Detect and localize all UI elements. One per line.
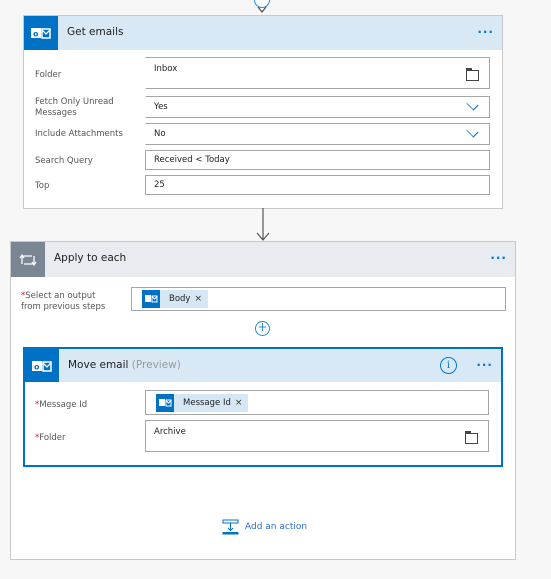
- folder-picker-icon[interactable]: [465, 431, 478, 444]
- fetch-unread-dropdown[interactable]: Yes: [145, 96, 490, 118]
- insert-step-button[interactable]: +: [255, 321, 270, 336]
- get-emails-header[interactable]: o Get emails ···: [24, 16, 502, 50]
- more-options-button[interactable]: ···: [476, 358, 493, 372]
- move-email-card: o Move email (Preview) i ··· *Message Id…: [23, 347, 503, 467]
- folder-picker-icon[interactable]: [466, 68, 479, 81]
- get-emails-card: o Get emails ··· Folder Inbox Fetch Only…: [23, 15, 503, 209]
- message-id-input[interactable]: Message Id ×: [145, 390, 489, 415]
- select-output-label: *Select an output from previous steps: [21, 291, 106, 312]
- move-email-title: Move email: [68, 359, 129, 371]
- arrow-down-icon: [257, 6, 267, 14]
- message-id-label: *Message Id: [35, 400, 88, 410]
- more-options-button[interactable]: ···: [490, 251, 507, 265]
- add-action-label: Add an action: [245, 522, 308, 532]
- loop-icon: [11, 242, 45, 277]
- top-label: Top: [35, 181, 50, 191]
- info-icon[interactable]: i: [440, 357, 457, 374]
- arrow-down-icon: [256, 208, 270, 241]
- search-query-label: Search Query: [35, 156, 93, 166]
- outlook-icon: [156, 394, 174, 412]
- chevron-down-icon: [466, 125, 479, 138]
- message-id-token[interactable]: Message Id ×: [156, 394, 249, 412]
- apply-to-each-title: Apply to each: [54, 252, 127, 264]
- include-attachments-label: Include Attachments: [35, 129, 123, 139]
- add-action-button[interactable]: Add an action: [222, 519, 307, 535]
- search-query-input[interactable]: Received < Today: [145, 150, 490, 170]
- remove-token-button[interactable]: ×: [235, 398, 249, 408]
- body-token[interactable]: Body ×: [142, 290, 209, 308]
- preview-tag: (Preview): [131, 359, 181, 371]
- move-email-header[interactable]: o Move email (Preview) i ···: [25, 349, 501, 382]
- outlook-icon: o: [24, 16, 58, 50]
- include-attachments-dropdown[interactable]: No: [145, 123, 490, 145]
- folder-field[interactable]: Inbox: [145, 57, 490, 89]
- chevron-down-icon: [466, 98, 479, 111]
- svg-text:o: o: [33, 30, 39, 39]
- select-output-input[interactable]: Body ×: [131, 287, 506, 311]
- get-emails-title: Get emails: [67, 26, 124, 38]
- remove-token-button[interactable]: ×: [194, 294, 208, 304]
- outlook-icon: [142, 290, 160, 308]
- add-action-icon: [222, 519, 239, 535]
- outlook-icon: o: [25, 349, 59, 382]
- fetch-unread-label: Fetch Only Unread Messages: [35, 97, 114, 118]
- top-input[interactable]: 25: [145, 175, 490, 195]
- apply-to-each-header[interactable]: Apply to each ···: [11, 242, 515, 277]
- folder-label: *Folder: [35, 433, 66, 443]
- folder-field[interactable]: Archive: [145, 420, 489, 452]
- folder-label: Folder: [35, 70, 62, 80]
- more-options-button[interactable]: ···: [477, 25, 494, 39]
- svg-text:o: o: [34, 362, 40, 371]
